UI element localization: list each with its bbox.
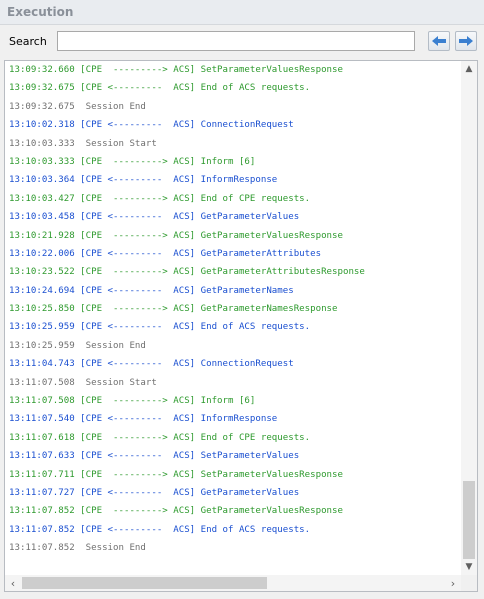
search-label: Search (9, 35, 47, 48)
log-line: 13:10:23.522 [CPE ---------> ACS] GetPar… (9, 267, 365, 278)
log-line: 13:11:07.618 [CPE ---------> ACS] End of… (9, 432, 311, 443)
scroll-right-icon[interactable]: › (445, 575, 461, 591)
log-line: 13:11:07.852 [CPE ---------> ACS] GetPar… (9, 506, 343, 517)
log-line: 13:11:04.743 [CPE <--------- ACS] Connec… (9, 359, 294, 370)
find-next-button[interactable] (455, 31, 477, 51)
log-line: 13:09:32.660 [CPE ---------> ACS] SetPar… (9, 65, 343, 75)
find-previous-button[interactable] (428, 31, 450, 51)
log-line: 13:11:07.540 [CPE <--------- ACS] Inform… (9, 414, 278, 425)
log-line: 13:11:07.508 Session Start (9, 377, 157, 388)
log-line: 13:10:03.333 Session Start (9, 138, 157, 149)
log-line: 13:11:07.852 Session End (9, 543, 146, 554)
log-line: 13:11:07.711 [CPE ---------> ACS] SetPar… (9, 469, 343, 480)
log-line: 13:11:07.508 [CPE ---------> ACS] Inform… (9, 396, 256, 407)
log-line: 13:10:03.333 [CPE ---------> ACS] Inform… (9, 156, 256, 167)
search-input[interactable] (57, 31, 415, 51)
arrow-right-icon (459, 36, 473, 46)
log-line: 13:10:02.318 [CPE <--------- ACS] Connec… (9, 120, 294, 131)
scroll-up-icon[interactable]: ▲ (461, 61, 477, 77)
log-line: 13:09:32.675 Session End (9, 101, 146, 112)
log-list: 13:09:32.660 [CPE ---------> ACS] SetPar… (5, 61, 461, 575)
scroll-down-icon[interactable]: ▼ (461, 559, 477, 575)
scrollbar-corner (461, 575, 477, 591)
log-line: 13:10:25.959 [CPE <--------- ACS] End of… (9, 322, 311, 333)
log-line: 13:10:03.364 [CPE <--------- ACS] Inform… (9, 175, 278, 186)
log-line: 13:10:25.850 [CPE ---------> ACS] GetPar… (9, 304, 338, 315)
horizontal-scrollbar[interactable]: ‹ › (5, 575, 461, 591)
vertical-scroll-thumb[interactable] (463, 481, 475, 559)
vertical-scrollbar[interactable]: ▲ ▼ (461, 61, 477, 575)
search-toolbar: Search (0, 25, 484, 57)
horizontal-scroll-thumb[interactable] (22, 577, 267, 589)
log-line: 13:11:07.852 [CPE <--------- ACS] End of… (9, 524, 311, 535)
log-line: 13:10:22.006 [CPE <--------- ACS] GetPar… (9, 248, 322, 259)
arrow-left-icon (432, 36, 446, 46)
panel-titlebar: Execution (0, 0, 484, 25)
log-line: 13:11:07.727 [CPE <--------- ACS] GetPar… (9, 487, 300, 498)
log-line: 13:10:24.694 [CPE <--------- ACS] GetPar… (9, 285, 294, 296)
log-line: 13:10:25.959 Session End (9, 340, 146, 351)
log-line: 13:10:21.928 [CPE ---------> ACS] GetPar… (9, 230, 343, 241)
scroll-left-icon[interactable]: ‹ (5, 575, 21, 591)
log-line: 13:09:32.675 [CPE <--------- ACS] End of… (9, 83, 311, 94)
panel-title: Execution (7, 5, 74, 19)
log-line: 13:10:03.427 [CPE ---------> ACS] End of… (9, 193, 311, 204)
execution-log-panel: 13:09:32.660 [CPE ---------> ACS] SetPar… (4, 60, 478, 592)
log-line: 13:11:07.633 [CPE <--------- ACS] SetPar… (9, 451, 300, 462)
log-line: 13:10:03.458 [CPE <--------- ACS] GetPar… (9, 212, 300, 223)
